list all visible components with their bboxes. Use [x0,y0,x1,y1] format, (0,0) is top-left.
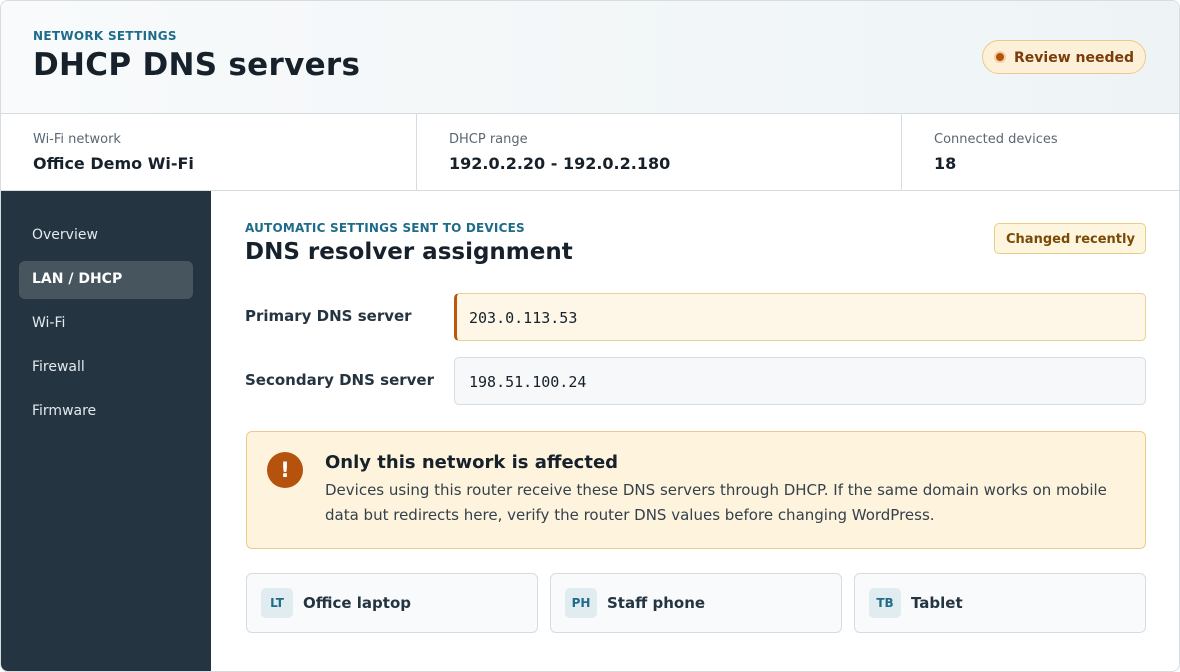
alert-title: Only this network is affected [325,452,619,473]
exclamation-icon: ! [267,452,303,488]
sidebar-item-firmware[interactable]: Firmware [19,393,193,431]
primary-dns-value: 203.0.113.53 [469,309,578,327]
stat-dhcp-range: DHCP range 192.0.2.20 - 192.0.2.180 [417,114,902,190]
stat-value: Office Demo Wi-Fi [33,154,194,173]
changed-badge-label: Changed recently [1006,232,1135,247]
secondary-dns-field[interactable]: 198.51.100.24 [454,357,1146,405]
app-window: NETWORK SETTINGS DHCP DNS servers Review… [0,0,1180,672]
main-panel: AUTOMATIC SETTINGS SENT TO DEVICES DNS r… [212,191,1179,671]
device-avatar: TB [869,588,901,618]
page-header: NETWORK SETTINGS DHCP DNS servers Review… [1,1,1179,114]
section-eyebrow: AUTOMATIC SETTINGS SENT TO DEVICES [245,221,525,235]
network-alert: ! Only this network is affected Devices … [246,431,1146,549]
stat-label: DHCP range [449,132,528,147]
sidebar-item-label: LAN / DHCP [32,271,123,287]
device-card-tablet[interactable]: TB Tablet [854,573,1146,633]
sidebar-item-label: Firewall [32,359,85,375]
sidebar-item-wifi[interactable]: Wi-Fi [19,305,193,343]
status-dot-icon [996,53,1004,61]
changed-recently-badge: Changed recently [994,223,1146,254]
stat-connected-devices: Connected devices 18 [902,114,1179,190]
sidebar-item-overview[interactable]: Overview [19,217,193,255]
secondary-dns-value: 198.51.100.24 [469,373,587,391]
device-avatar: LT [261,588,293,618]
header-eyebrow: NETWORK SETTINGS [33,29,177,43]
network-summary: Wi-Fi network Office Demo Wi-Fi DHCP ran… [1,114,1179,191]
secondary-dns-label: Secondary DNS server [245,371,434,389]
stat-value: 192.0.2.20 - 192.0.2.180 [449,154,671,173]
stat-label: Wi-Fi network [33,132,121,147]
primary-dns-field[interactable]: 203.0.113.53 [454,293,1146,341]
sidebar-item-firewall[interactable]: Firewall [19,349,193,387]
section-title: DNS resolver assignment [245,239,573,265]
stat-wifi-network: Wi-Fi network Office Demo Wi-Fi [1,114,417,190]
review-status-label: Review needed [1014,50,1134,66]
sidebar-item-label: Firmware [32,403,97,419]
stat-label: Connected devices [934,132,1058,147]
primary-dns-label: Primary DNS server [245,307,412,325]
device-card-office-laptop[interactable]: LT Office laptop [246,573,538,633]
sidebar-item-lan-dhcp[interactable]: LAN / DHCP [19,261,193,299]
sidebar-item-label: Overview [32,227,98,243]
alert-body: Devices using this router receive these … [325,481,1107,524]
device-name: Tablet [911,594,963,612]
page-title: DHCP DNS servers [33,47,361,83]
stat-value: 18 [934,154,957,173]
device-name: Office laptop [303,594,411,612]
device-avatar: PH [565,588,597,618]
device-card-staff-phone[interactable]: PH Staff phone [550,573,842,633]
device-name: Staff phone [607,594,706,612]
sidebar-item-label: Wi-Fi [32,315,66,331]
sidebar-nav: Overview LAN / DHCP Wi-Fi Firewall Firmw… [1,191,211,671]
review-status-badge: Review needed [982,40,1146,74]
